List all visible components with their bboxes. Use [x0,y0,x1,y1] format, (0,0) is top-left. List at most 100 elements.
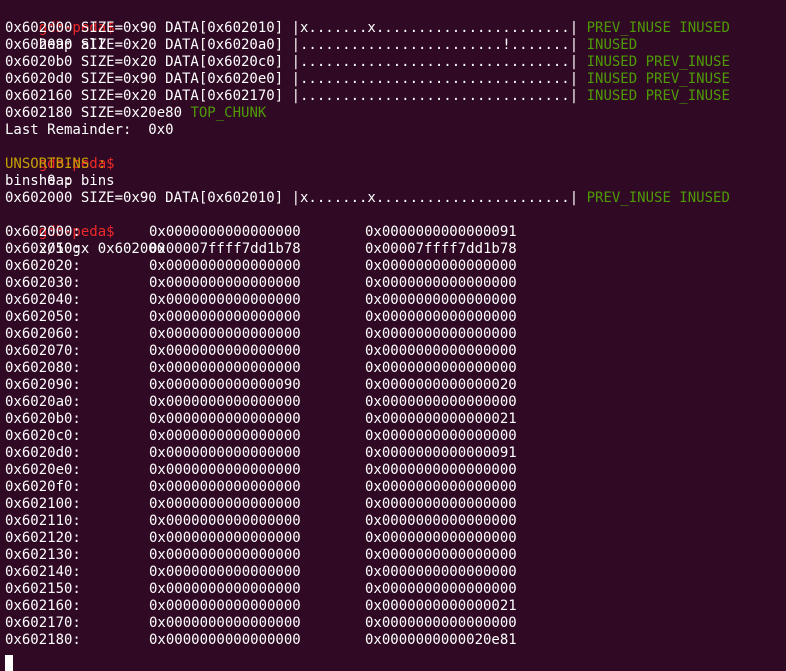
memory-word-1: 0x0000000000000000 [149,394,301,410]
memory-row: 0x602030: 0x0000000000000000 0x00000000000… [5,275,786,292]
memory-word-1: 0x0000000000000000 [149,581,301,597]
chunk-info: 0x602000 SIZE=0x90 DATA[0x602010] |x....… [5,190,587,206]
memory-address: 0x602030: [5,275,81,291]
memory-word-2: 0x0000000000000000 [365,394,517,410]
memory-address: 0x602180: [5,632,81,648]
heap-chunk-list: 0x602000 SIZE=0x90 DATA[0x602010] |x....… [5,20,786,105]
memory-word-1: 0x0000000000000000 [149,479,301,495]
memory-word-2: 0x0000000000000000 [365,326,517,342]
memory-word-1: 0x0000000000000000 [149,615,301,631]
memory-word-2: 0x0000000000000000 [365,462,517,478]
memory-address: 0x6020a0: [5,394,81,410]
memory-row: 0x602140: 0x0000000000000000 0x00000000000… [5,564,786,581]
memory-row: 0x602080: 0x0000000000000000 0x00000000000… [5,360,786,377]
text-cursor [5,655,13,671]
memory-word-1: 0x0000000000000000 [149,343,301,359]
memory-word-1: 0x0000000000000000 [149,411,301,427]
memory-word-1: 0x0000000000000000 [149,530,301,546]
memory-word-2: 0x00007ffff7dd1b78 [365,241,517,257]
command-line: gdb-peda$ x/50gx 0x602000 [5,207,786,257]
chunk-flags: INUSED [586,37,638,53]
memory-word-2: 0x0000000000000000 [365,513,517,529]
chunk-info: 0x602090 SIZE=0x20 DATA[0x6020a0] |.....… [5,37,587,53]
chunk-info: 0x6020b0 SIZE=0x20 DATA[0x6020c0] |.....… [5,54,587,70]
chunk-flags: INUSED PREV_INUSE [586,54,730,70]
memory-row: 0x602110: 0x0000000000000000 0x00000000000… [5,513,786,530]
memory-address: 0x602050: [5,309,81,325]
top-chunk-label: TOP_CHUNK [190,105,267,121]
memory-row: 0x602130: 0x0000000000000000 0x00000000000… [5,547,786,564]
memory-word-1: 0x0000000000000000 [149,632,301,648]
chunk-info: 0x6020d0 SIZE=0x90 DATA[0x6020e0] |.....… [5,71,587,87]
memory-row: 0x602060: 0x0000000000000000 0x00000000000… [5,326,786,343]
memory-address: 0x6020e0: [5,462,81,478]
unsortbins-label: UNSORTBINS : [5,156,107,172]
memory-word-1: 0x0000000000000000 [149,258,301,274]
memory-row: 0x6020b0: 0x0000000000000000 0x00000000000… [5,411,786,428]
heap-chunk-row: 0x6020d0 SIZE=0x90 DATA[0x6020e0] |.....… [5,71,786,88]
memory-word-1: 0x0000000000000000 [149,462,301,478]
bins-label: bins 0 : [5,173,73,189]
chunk-flags: INUSED PREV_INUSE [586,71,730,87]
memory-word-1: 0x0000000000000000 [149,275,301,291]
memory-row: 0x602180: 0x0000000000000000 0x00000000000… [5,632,786,649]
memory-row: 0x602100: 0x0000000000000000 0x00000000000… [5,496,786,513]
memory-row: 0x6020f0: 0x0000000000000000 0x00000000000… [5,479,786,496]
chunk-info: 0x602000 SIZE=0x90 DATA[0x602010] |x....… [5,20,587,36]
chunk-flags: INUSED PREV_INUSE [586,88,730,104]
memory-word-2: 0x0000000000000000 [365,292,517,308]
memory-word-1: 0x0000000000000090 [149,377,301,393]
memory-address: 0x6020f0: [5,479,81,495]
memory-address: 0x602110: [5,513,81,529]
memory-word-1: 0x0000000000000000 [149,326,301,342]
top-chunk-line: 0x602180 SIZE=0x20e80 TOP_CHUNK [5,105,786,122]
memory-row: 0x602020: 0x0000000000000000 0x00000000000… [5,258,786,275]
memory-dump: 0x602000: 0x0000000000000000 0x00000000000… [5,224,786,649]
memory-address: 0x6020d0: [5,445,81,461]
top-chunk-info: 0x602180 SIZE=0x20e80 [5,105,191,121]
memory-row: 0x602010: 0x00007ffff7dd1b78 0x00007ffff7d… [5,241,786,258]
memory-address: 0x602120: [5,530,81,546]
memory-address: 0x602160: [5,598,81,614]
memory-word-2: 0x0000000000000000 [365,428,517,444]
memory-word-2: 0x0000000000000000 [365,581,517,597]
memory-word-2: 0x0000000000020e81 [365,632,517,648]
memory-row: 0x602050: 0x0000000000000000 0x00000000000… [5,309,786,326]
memory-address: 0x602140: [5,564,81,580]
heap-chunk-row: 0x602000 SIZE=0x90 DATA[0x602010] |x....… [5,20,786,37]
memory-word-2: 0x0000000000000091 [365,445,517,461]
command-line: gdb-peda$ heap all [5,3,786,53]
memory-word-1: 0x0000000000000000 [149,292,301,308]
heap-chunk-row: 0x602090 SIZE=0x20 DATA[0x6020a0] |.....… [5,37,786,54]
memory-row: 0x602150: 0x0000000000000000 0x00000000000… [5,581,786,598]
memory-row: 0x602070: 0x0000000000000000 0x00000000000… [5,343,786,360]
memory-row: 0x6020d0: 0x0000000000000000 0x00000000000… [5,445,786,462]
last-remainder-line: Last Remainder: 0x0 [5,122,174,138]
memory-row: 0x602170: 0x0000000000000000 0x00000000000… [5,615,786,632]
memory-word-1: 0x0000000000000000 [149,547,301,563]
memory-word-1: 0x0000000000000000 [149,496,301,512]
memory-address: 0x602080: [5,360,81,376]
memory-word-2: 0x0000000000000000 [365,530,517,546]
chunk-flags: PREV_INUSE INUSED [586,190,730,206]
memory-word-1: 0x0000000000000000 [149,564,301,580]
terminal-window[interactable]: gdb-peda$ heap all 0x602000 SIZE=0x90 DA… [0,0,786,671]
memory-address: 0x602020: [5,258,81,274]
memory-address: 0x602000: [5,224,81,240]
memory-word-1: 0x0000000000000000 [149,513,301,529]
bin-chunk-line: 0x602000 SIZE=0x90 DATA[0x602010] |x....… [5,190,786,207]
memory-word-2: 0x0000000000000021 [365,598,517,614]
input-line[interactable] [5,649,786,671]
memory-row: 0x602120: 0x0000000000000000 0x00000000000… [5,530,786,547]
memory-address: 0x602170: [5,615,81,631]
chunk-info: 0x602160 SIZE=0x20 DATA[0x602170] |.....… [5,88,587,104]
memory-row: 0x602000: 0x0000000000000000 0x00000000000… [5,224,786,241]
memory-word-1: 0x0000000000000000 [149,224,301,240]
memory-address: 0x602090: [5,377,81,393]
memory-address: 0x602130: [5,547,81,563]
memory-row: 0x602090: 0x0000000000000090 0x00000000000… [5,377,786,394]
memory-address: 0x602010: [5,241,81,257]
heap-chunk-row: 0x602160 SIZE=0x20 DATA[0x602170] |.....… [5,88,786,105]
memory-word-2: 0x0000000000000000 [365,479,517,495]
memory-address: 0x602040: [5,292,81,308]
